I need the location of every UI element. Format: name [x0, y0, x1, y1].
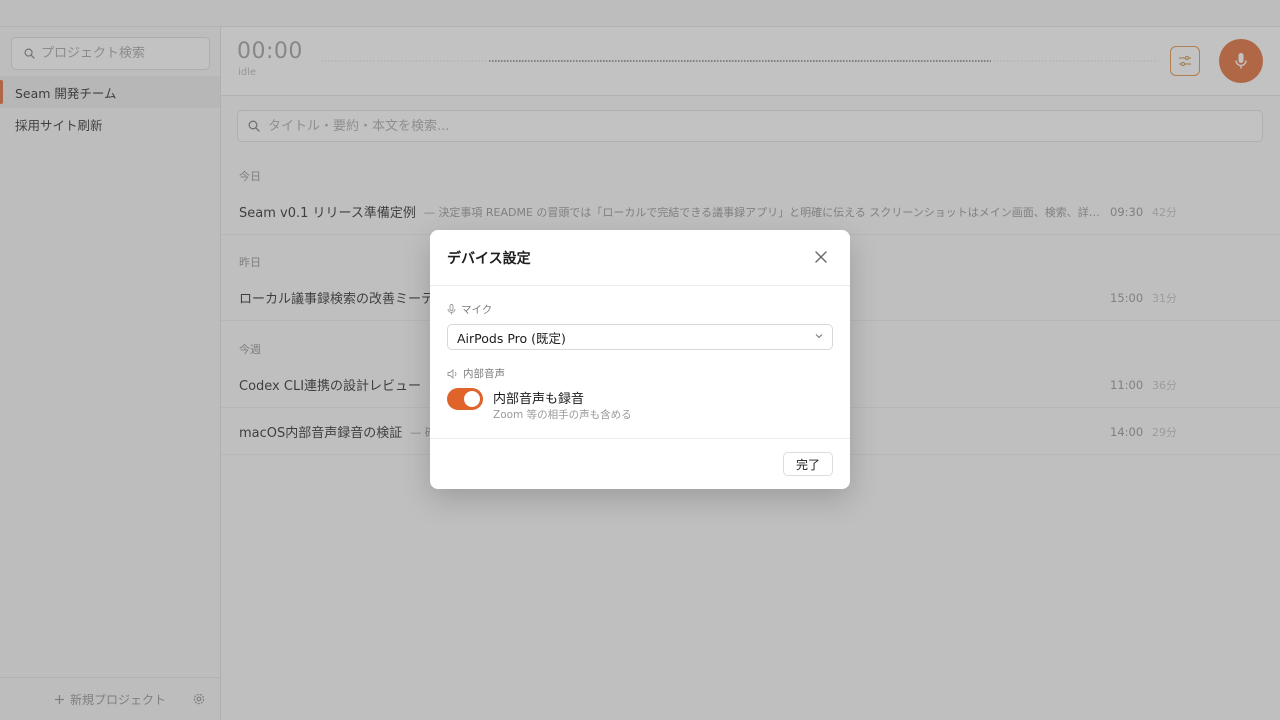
speaker-icon — [447, 368, 457, 379]
dialog-header: デバイス設定 — [430, 230, 850, 286]
microphone-icon — [447, 304, 456, 315]
chevron-down-icon — [815, 334, 823, 339]
mic-field-label: マイク — [447, 302, 492, 317]
mic-device-select[interactable]: AirPods Pro (既定) — [447, 324, 833, 350]
done-button[interactable]: 完了 — [782, 452, 833, 476]
internal-audio-toggle-label: 内部音声も録音 — [493, 392, 585, 407]
close-icon[interactable] — [814, 250, 828, 264]
dialog-footer: 完了 — [430, 438, 850, 489]
device-settings-dialog: デバイス設定 マイク AirPods Pro (既定) 内部音声 内部音声も録音… — [430, 230, 850, 489]
internal-audio-toggle-hint: Zoom 等の相手の声も含める — [493, 409, 632, 421]
internal-audio-toggle[interactable] — [447, 388, 483, 410]
dialog-title: デバイス設定 — [447, 250, 531, 267]
internal-audio-field-label: 内部音声 — [447, 366, 505, 381]
mic-device-value: AirPods Pro (既定) — [457, 330, 566, 346]
